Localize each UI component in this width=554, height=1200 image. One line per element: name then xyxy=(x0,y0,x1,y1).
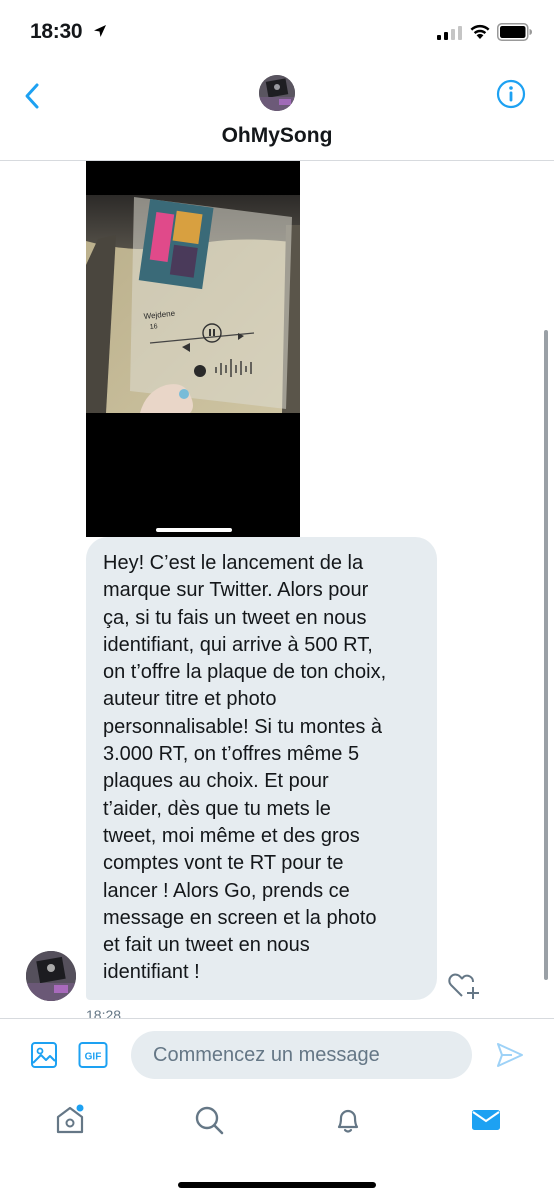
bottom-tab-bar xyxy=(0,1090,554,1200)
bell-icon[interactable] xyxy=(332,1104,364,1136)
plaque-track-text: 16 xyxy=(149,323,158,331)
contact-avatar[interactable] xyxy=(259,75,295,111)
send-icon[interactable] xyxy=(495,1041,525,1069)
conversation-title: OhMySong xyxy=(221,124,333,147)
battery-icon xyxy=(497,23,532,41)
wifi-icon xyxy=(470,24,490,39)
info-icon[interactable] xyxy=(496,79,526,109)
heart-plus-icon[interactable] xyxy=(447,970,481,1000)
search-icon[interactable] xyxy=(193,1104,225,1136)
status-bar: 18:30 xyxy=(0,0,554,66)
message-input[interactable] xyxy=(131,1031,472,1079)
mail-icon[interactable] xyxy=(470,1104,502,1136)
scroll-indicator[interactable] xyxy=(544,330,548,980)
location-arrow-icon xyxy=(94,25,106,37)
media-home-indicator xyxy=(156,528,232,532)
back-arrow-icon[interactable] xyxy=(22,82,42,110)
status-time: 18:30 xyxy=(30,20,83,43)
home-indicator xyxy=(178,1182,376,1188)
svg-text:GIF: GIF xyxy=(85,1052,102,1063)
plaque-photo: Wejdene 16 xyxy=(86,195,300,413)
gif-icon[interactable]: GIF xyxy=(78,1041,108,1069)
home-icon[interactable] xyxy=(54,1104,86,1136)
message-media-attachment[interactable]: Wejdene 16 xyxy=(86,161,300,537)
avatar-image xyxy=(259,75,295,111)
conversation-header: OhMySong xyxy=(0,66,554,161)
message-composer: GIF xyxy=(0,1018,554,1091)
image-icon[interactable] xyxy=(30,1041,58,1069)
message-bubble: Hey! C’est le lancement de la marque sur… xyxy=(86,537,437,1000)
signal-icon xyxy=(437,26,462,40)
sender-avatar[interactable] xyxy=(26,951,76,1001)
sender-avatar-image xyxy=(26,951,76,1001)
